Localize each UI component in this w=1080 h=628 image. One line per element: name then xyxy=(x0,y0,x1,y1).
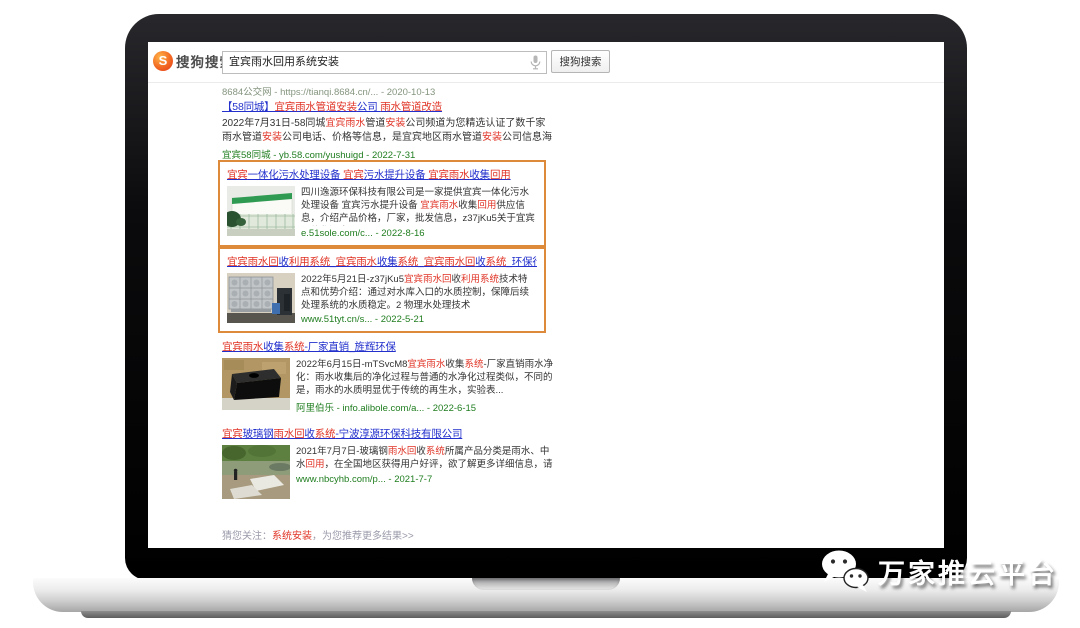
search-input[interactable]: 宜宾雨水回用系统安装 xyxy=(222,51,547,74)
search-result: 宜宾雨水收集系统-厂家直销_旌辉环保 xyxy=(222,339,554,414)
result-thumbnail black-rainwater-module-photo[interactable] xyxy=(222,358,290,410)
laptop-bezel: S 搜狗搜索 宜宾雨水回用系统安装 搜狗搜索 xyxy=(125,14,967,580)
search-button[interactable]: 搜狗搜索 xyxy=(551,50,610,73)
result-thumbnail water-tank-equipment-photo[interactable] xyxy=(227,273,295,323)
result-title-link[interactable]: 宜宾雨水回收利用系统_宜宾雨水收集系统_宜宾雨水回收系统_环保行... xyxy=(227,254,537,269)
laptop-base-notch xyxy=(472,578,620,590)
result-source: 宜宾58同城 - yb.58.com/yushuigd - 2022-7-31 xyxy=(222,147,554,161)
partial-result-source: 8684公交网 - https://tianqi.8684.cn/... - 2… xyxy=(222,84,435,98)
result-source: www.51tyt.cn/s... - 2022-5-21 xyxy=(301,314,537,325)
sogou-logo-icon: S xyxy=(153,51,173,71)
result-title-link[interactable]: 宜宾雨水收集系统-厂家直销_旌辉环保 xyxy=(222,339,554,354)
watermark: 万家推云平台 xyxy=(820,549,1058,593)
search-query-text: 宜宾雨水回用系统安装 xyxy=(223,52,546,73)
result-source: www.nbcyhb.com/p... - 2021-7-7 xyxy=(296,474,554,485)
laptop-mockup: S 搜狗搜索 宜宾雨水回用系统安装 搜狗搜索 xyxy=(0,0,1080,628)
result-snippet: 2021年7月7日-玻璃钢雨水回收系统所属产品分类是雨水、中水回用，在全国地区获… xyxy=(296,445,554,471)
laptop-base-edge xyxy=(81,611,1011,618)
result-source: e.51sole.com/c... - 2022-8-16 xyxy=(301,228,537,239)
search-result: 【58同城】宜宾雨水管道安装公司 雨水管道改造 2022年7月31日-58同城宜… xyxy=(222,99,554,161)
result-snippet: 2022年7月31日-58同城宜宾雨水管道安装公司频道为您精选认证了数千家雨水管… xyxy=(222,117,554,144)
watermark-text: 万家推云平台 xyxy=(878,552,1058,591)
related-suggestion: 猜您关注：系统安装，为您推荐更多结果>> xyxy=(222,527,414,542)
result-snippet: 2022年6月15日-mTSvcM8宜宾雨水收集系统-厂家直销雨水净化：雨水收集… xyxy=(296,358,554,397)
laptop-screen: S 搜狗搜索 宜宾雨水回用系统安装 搜狗搜索 xyxy=(148,42,944,548)
suggest-more-link[interactable]: ，为您推荐更多结果>> xyxy=(312,531,414,542)
microphone-icon[interactable] xyxy=(530,55,541,75)
result-snippet: 四川逸源环保科技有限公司是一家提供宜宾一体化污水处理设备 宜宾污水提升设备 宜宾… xyxy=(301,186,537,226)
search-header: S 搜狗搜索 宜宾雨水回用系统安装 搜狗搜索 xyxy=(148,42,944,83)
result-title-link[interactable]: 宜宾一体化污水处理设备 宜宾污水提升设备 宜宾雨水收集回用 xyxy=(227,167,537,182)
suggest-keyword-link[interactable]: 系统安装 xyxy=(272,531,312,542)
result-title-link[interactable]: 【58同城】宜宾雨水管道安装公司 雨水管道改造 xyxy=(222,99,554,114)
search-results: 8684公交网 - https://tianqi.8684.cn/... - 2… xyxy=(148,83,944,548)
result-title-link[interactable]: 宜宾玻璃钢雨水回收系统-宁波淳源环保科技有限公司 xyxy=(222,426,554,441)
search-result-highlighted: 宜宾一体化污水处理设备 宜宾污水提升设备 宜宾雨水收集回用 xyxy=(218,160,546,247)
search-result: 宜宾玻璃钢雨水回收系统-宁波淳源环保科技有限公司 xyxy=(222,426,554,499)
result-snippet: 2022年5月21日-z37jKu5宜宾雨水回收利用系统技术特点和优势介绍：通过… xyxy=(301,273,537,312)
result-source: 阿里伯乐 - info.alibole.com/a... - 2022-6-15 xyxy=(296,400,554,414)
result-thumbnail construction-site-photo[interactable] xyxy=(222,445,290,499)
result-thumbnail green-fence-factory-photo[interactable] xyxy=(227,186,295,236)
suggest-prefix: 猜您关注： xyxy=(222,531,272,542)
wechat-icon xyxy=(820,549,870,593)
search-result-highlighted: 宜宾雨水回收利用系统_宜宾雨水收集系统_宜宾雨水回收系统_环保行... xyxy=(218,247,546,333)
